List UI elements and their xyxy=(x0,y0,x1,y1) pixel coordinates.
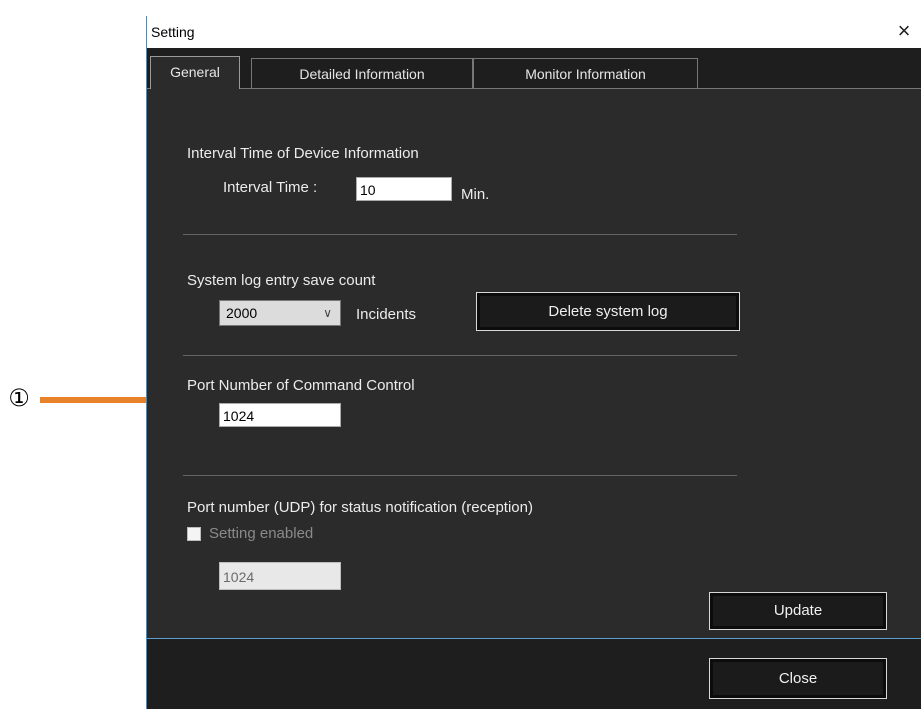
delete-system-log-button[interactable]: Delete system log xyxy=(476,292,740,331)
separator-1 xyxy=(183,234,737,235)
window-title: Setting xyxy=(151,24,195,40)
tab-general[interactable]: General xyxy=(150,56,240,90)
udp-port-heading: Port number (UDP) for status notificatio… xyxy=(187,499,533,516)
setting-enabled-checkbox[interactable] xyxy=(187,527,201,541)
udp-port-input[interactable]: 1024 xyxy=(219,562,341,590)
command-port-input[interactable]: 1024 xyxy=(219,403,341,427)
close-icon[interactable]: × xyxy=(893,20,915,42)
title-bar: Setting × xyxy=(147,16,921,48)
setting-enabled-label: Setting enabled xyxy=(209,525,314,542)
syslog-count-select[interactable]: 2000 ∨ xyxy=(219,300,341,326)
settings-window: Setting × General Detailed Information M… xyxy=(146,16,921,709)
interval-heading: Interval Time of Device Information xyxy=(187,145,419,162)
command-port-heading: Port Number of Command Control xyxy=(187,377,415,394)
syslog-unit: Incidents xyxy=(356,306,417,323)
footer: Close xyxy=(147,639,921,709)
interval-field-label: Interval Time : xyxy=(223,179,318,196)
close-button[interactable]: Close xyxy=(709,658,887,699)
update-button[interactable]: Update xyxy=(709,592,887,630)
callout-number: ① xyxy=(8,385,30,412)
general-panel: Interval Time of Device Information Inte… xyxy=(147,89,921,639)
separator-3 xyxy=(183,475,737,476)
syslog-heading: System log entry save count xyxy=(187,272,376,289)
separator-2 xyxy=(183,355,737,356)
interval-time-input[interactable]: 10 xyxy=(356,177,452,201)
tab-monitor-information[interactable]: Monitor Information xyxy=(473,58,698,88)
syslog-count-value: 2000 xyxy=(226,305,258,321)
chevron-down-icon: ∨ xyxy=(323,306,332,320)
interval-unit: Min. xyxy=(461,186,490,203)
tab-detailed-information[interactable]: Detailed Information xyxy=(251,58,473,88)
